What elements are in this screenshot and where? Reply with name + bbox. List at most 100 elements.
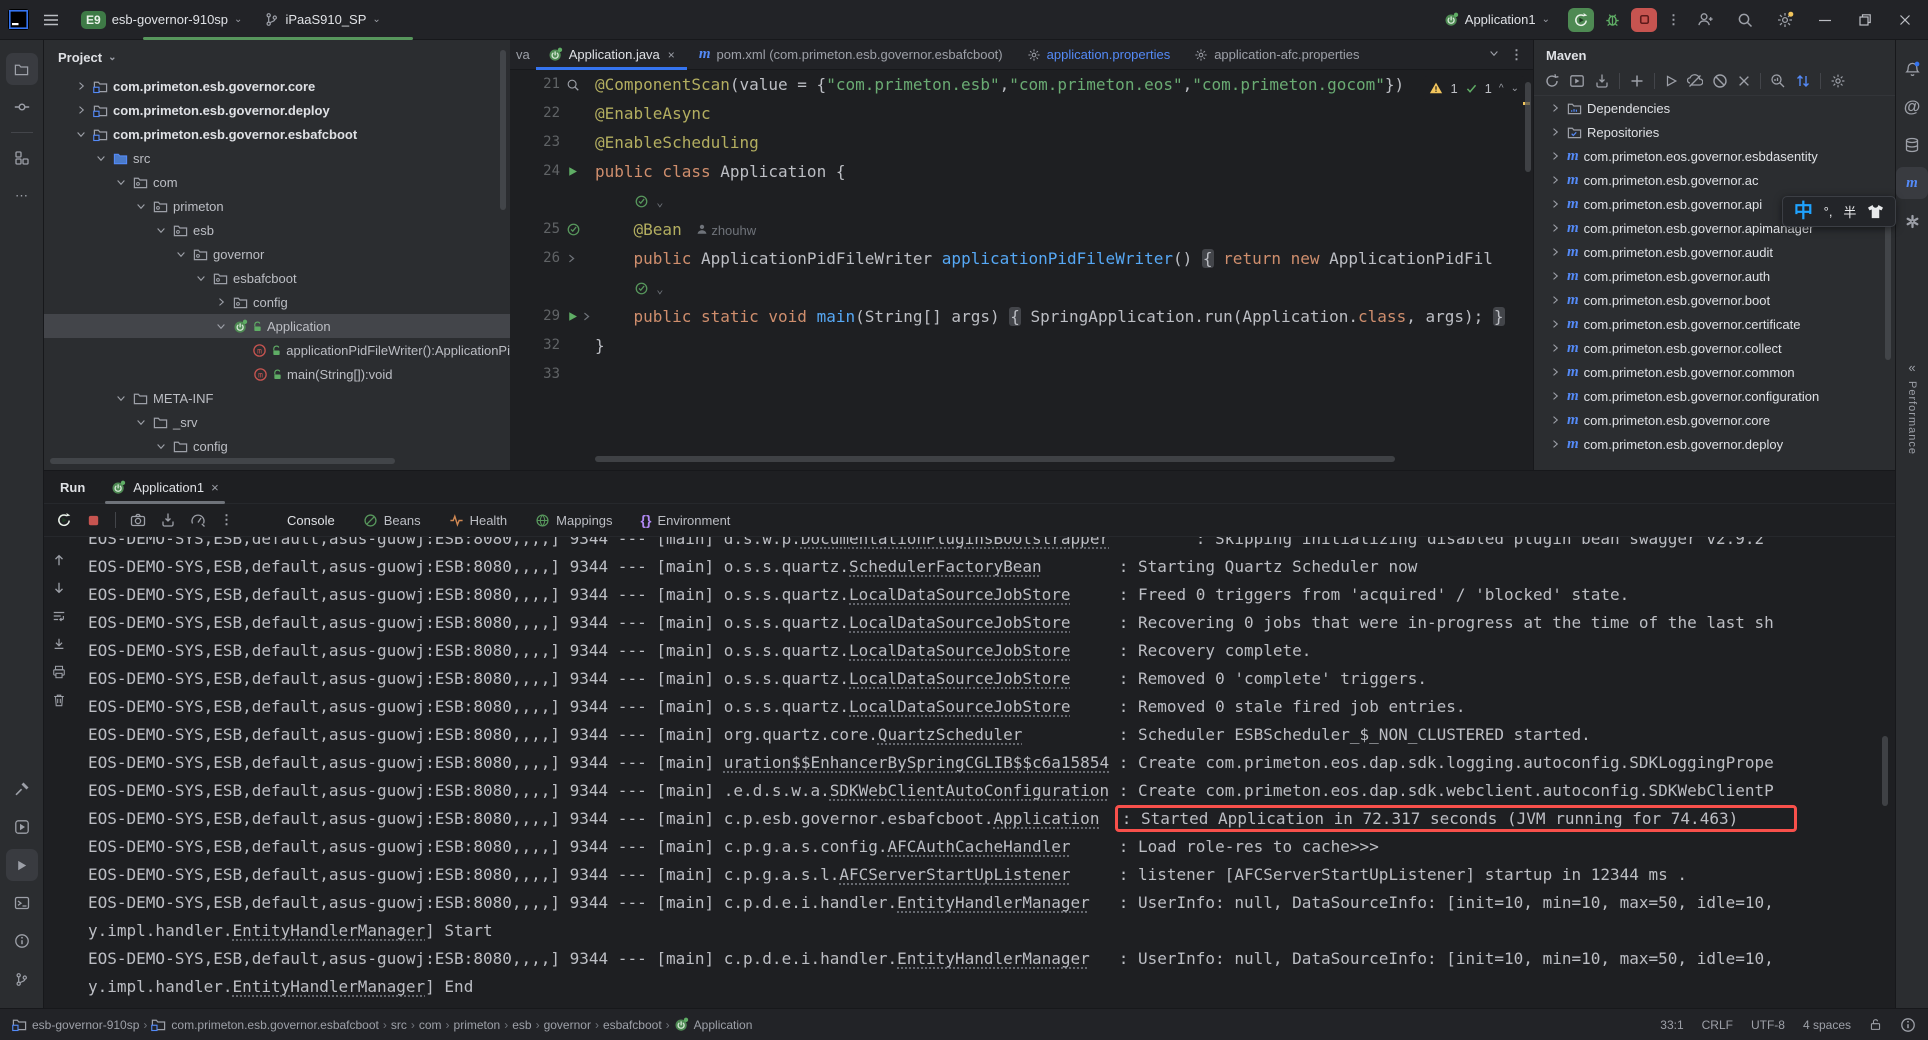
- status-widget[interactable]: 4 spaces: [1803, 1018, 1851, 1032]
- tree-row[interactable]: esbafcboot: [44, 266, 510, 290]
- chevron-right-icon[interactable]: [1548, 342, 1562, 354]
- breadcrumb-item[interactable]: primeton: [454, 1018, 501, 1032]
- tree-row[interactable]: com.primeton.esb.governor.core: [44, 74, 510, 98]
- project-vertical-scrollbar[interactable]: [500, 50, 506, 210]
- chevron-down-icon[interactable]: [154, 224, 168, 236]
- logger-link[interactable]: EntityHandlerManager: [897, 949, 1090, 968]
- close-icon[interactable]: ×: [668, 48, 675, 62]
- console-vertical-scrollbar[interactable]: [1882, 736, 1888, 806]
- chevron-right-icon[interactable]: [1548, 438, 1562, 450]
- debug-button[interactable]: [1604, 11, 1621, 28]
- maven-download-sources-button[interactable]: [1594, 73, 1610, 89]
- tree-row[interactable]: com: [44, 170, 510, 194]
- ime-language-indicator[interactable]: 中: [1794, 202, 1813, 221]
- editor-tab-pom.xml[interactable]: mpom.xml (com.primeton.esb.governor.esba…: [687, 40, 1015, 69]
- view-tab-health[interactable]: Health: [449, 513, 508, 528]
- settings-button[interactable]: [1770, 5, 1800, 35]
- tree-row[interactable]: com.primeton.esb.governor.deploy: [44, 98, 510, 122]
- chevron-right-icon[interactable]: [1548, 318, 1562, 330]
- view-tab-beans[interactable]: Beans: [363, 513, 421, 528]
- project-widget[interactable]: E9 esb-governor-910sp ⌄: [73, 5, 250, 35]
- chevron-right-icon[interactable]: [1548, 102, 1562, 114]
- lock-icon[interactable]: [1869, 1018, 1882, 1031]
- inspections-widget[interactable]: 1 1 ^ ⌄: [1423, 76, 1525, 100]
- maven-skip-tests-button[interactable]: [1712, 73, 1728, 89]
- tab-list-button[interactable]: [1488, 47, 1500, 62]
- maven-tree-row[interactable]: mcom.primeton.eos.governor.esbdasentity: [1534, 144, 1895, 168]
- maven-tree-row[interactable]: mcom.primeton.esb.governor.audit: [1534, 240, 1895, 264]
- chevron-down-icon[interactable]: [74, 128, 88, 140]
- ai-assistant-button[interactable]: @: [1896, 91, 1928, 123]
- logger-link[interactable]: LocalDataSourceJobStore: [849, 641, 1071, 660]
- maven-offline-button[interactable]: [1687, 73, 1703, 89]
- maven-cancel-button[interactable]: [1737, 74, 1751, 88]
- tree-row[interactable]: src: [44, 146, 510, 170]
- more-actions-button[interactable]: ⋮: [1667, 12, 1680, 28]
- tree-row[interactable]: com.primeton.esb.governor.esbafcboot: [44, 122, 510, 146]
- status-widget[interactable]: CRLF: [1702, 1018, 1733, 1032]
- project-horizontal-scrollbar[interactable]: [50, 458, 395, 464]
- soft-wrap-button[interactable]: [52, 609, 66, 623]
- maven-add-button[interactable]: [1629, 73, 1645, 89]
- fold-icon[interactable]: [566, 253, 577, 264]
- breadcrumb-item[interactable]: esbafcboot: [603, 1018, 662, 1032]
- chevron-right-icon[interactable]: [1548, 246, 1562, 258]
- print-button[interactable]: [52, 665, 66, 679]
- ime-punctuation-indicator[interactable]: °,: [1824, 204, 1833, 219]
- maven-tree-row[interactable]: mcom.primeton.esb.governor.auth: [1534, 264, 1895, 288]
- console-output[interactable]: EOS-DEMO-SYS,ESB,default,asus-guowj:ESB:…: [74, 537, 1881, 1008]
- tree-row[interactable]: mmain(String[]):void: [44, 362, 510, 386]
- logger-link[interactable]: uration$$EnhancerBySpringCGLIB$$c6a15854: [724, 753, 1109, 772]
- maven-tree-row[interactable]: mcom.primeton.esb.governor.common: [1534, 360, 1895, 384]
- breadcrumb-item[interactable]: governor: [544, 1018, 591, 1032]
- chevron-down-icon[interactable]: [94, 152, 108, 164]
- logger-link[interactable]: SchedulerFactoryBean: [849, 557, 1042, 576]
- chevron-down-icon[interactable]: [194, 272, 208, 284]
- stop-button[interactable]: [1631, 8, 1657, 32]
- run-gutter-icon[interactable]: [566, 310, 579, 323]
- spring-tool-button[interactable]: [1896, 205, 1928, 237]
- maven-tree-row[interactable]: mcom.primeton.esb.governor.core: [1534, 408, 1895, 432]
- chevron-down-icon[interactable]: [134, 200, 148, 212]
- logger-link[interactable]: DocumentationPluginsBootstrapper: [801, 537, 1109, 548]
- chevron-right-icon[interactable]: [1548, 390, 1562, 402]
- tree-row[interactable]: Application: [44, 314, 510, 338]
- chevron-right-icon[interactable]: [1548, 294, 1562, 306]
- dump-button[interactable]: [160, 512, 176, 528]
- main-menu-button[interactable]: [35, 4, 67, 36]
- status-widget[interactable]: UTF-8: [1751, 1018, 1785, 1032]
- prev-problem-button[interactable]: ^: [1499, 83, 1504, 94]
- tree-row[interactable]: _srv: [44, 410, 510, 434]
- run-configuration-widget[interactable]: Application1 ⌄: [1436, 5, 1558, 35]
- chevron-right-icon[interactable]: [214, 296, 228, 308]
- logger-link[interactable]: LocalDataSourceJobStore: [849, 697, 1071, 716]
- project-tool-button[interactable]: [6, 53, 38, 85]
- maximize-button[interactable]: [1850, 5, 1880, 35]
- breadcrumb-item[interactable]: com: [419, 1018, 442, 1032]
- project-panel-header[interactable]: Project ⌄: [44, 40, 510, 74]
- logger-link[interactable]: Application: [993, 809, 1099, 828]
- editor-tab-application.properties[interactable]: application.properties: [1015, 40, 1183, 69]
- tree-row[interactable]: primeton: [44, 194, 510, 218]
- down-stack-trace-button[interactable]: [52, 581, 66, 595]
- maven-analyze-button[interactable]: [1770, 73, 1786, 89]
- editor-horizontal-scrollbar[interactable]: [595, 456, 1395, 462]
- chevron-right-icon[interactable]: [74, 80, 88, 92]
- breadcrumb-item[interactable]: com.primeton.esb.governor.esbafcboot: [151, 1017, 378, 1032]
- author-inlay[interactable]: zhouhw: [696, 223, 756, 238]
- chevron-down-icon[interactable]: [214, 320, 228, 332]
- maven-sync-button[interactable]: [1544, 73, 1560, 89]
- build-tool-button[interactable]: [6, 773, 38, 805]
- performance-tab[interactable]: Performance: [1906, 381, 1918, 455]
- breadcrumb-item[interactable]: src: [391, 1018, 407, 1032]
- view-tab-environment[interactable]: {}Environment: [641, 513, 731, 528]
- tree-row[interactable]: config: [44, 434, 510, 458]
- ime-toolbar[interactable]: 中 °, 半: [1782, 196, 1896, 227]
- chevron-right-icon[interactable]: [1548, 222, 1562, 234]
- thread-dump-button[interactable]: [130, 512, 146, 528]
- chevron-down-icon[interactable]: [174, 248, 188, 260]
- branch-widget[interactable]: iPaaS910_SP ⌄: [256, 5, 388, 35]
- next-problem-button[interactable]: ⌄: [1511, 83, 1519, 94]
- breadcrumb-item[interactable]: esb-governor-910sp: [12, 1017, 139, 1032]
- actuator-button[interactable]: [190, 512, 206, 528]
